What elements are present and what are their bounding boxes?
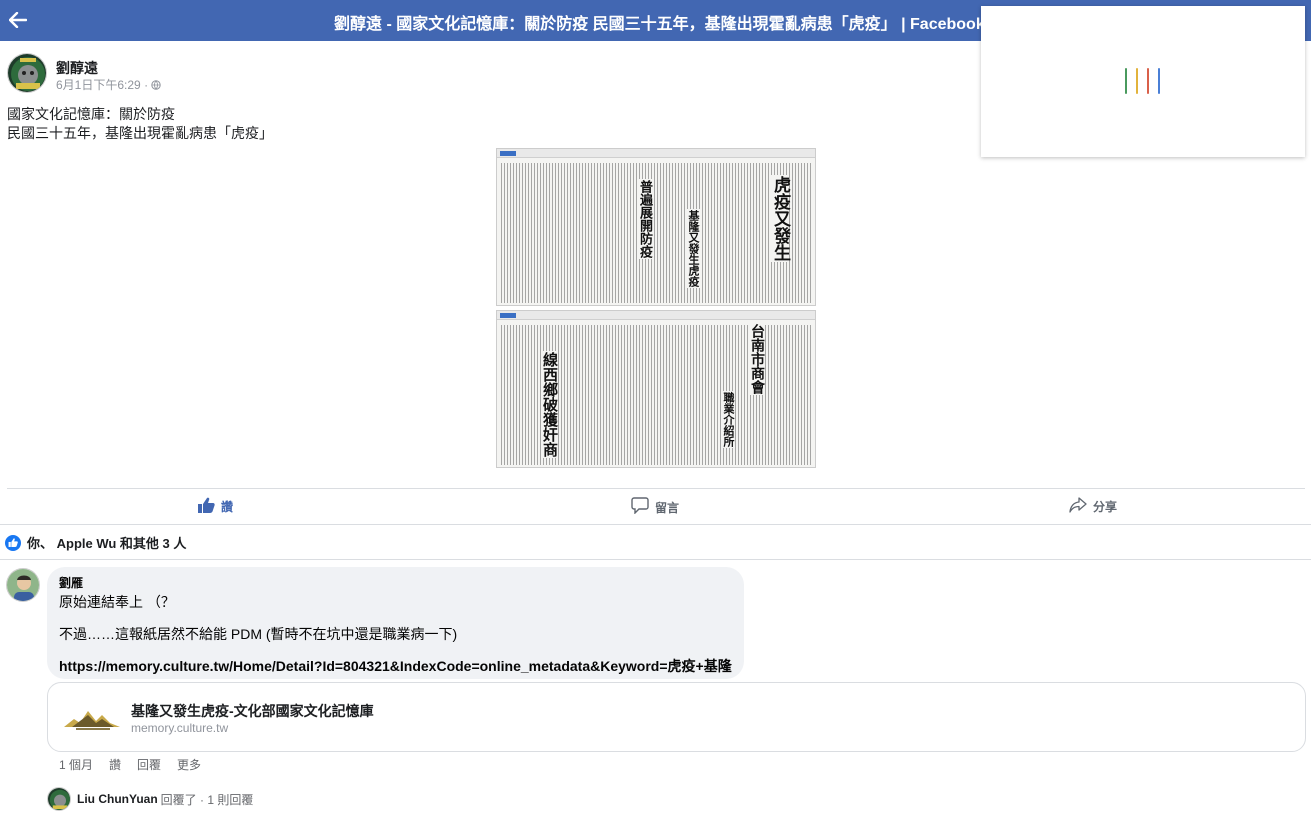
divider [0, 559, 1311, 560]
share-label: 分享 [1093, 500, 1118, 514]
post-action-bar: 讚 留言 分享 [7, 489, 1305, 524]
reply-avatar [47, 787, 71, 811]
post-text-line: 民國三十五年，基隆出現霍亂病患「虎疫」 [7, 125, 273, 141]
globe-icon [151, 80, 162, 90]
culture-memory-logo [62, 697, 122, 737]
newspaper-subheadline: 台南市商會 [749, 323, 765, 395]
comment-actions: 1 個月 讚 回覆 更多 [59, 756, 201, 773]
reply-count-text[interactable]: 回覆了 · 1 則回覆 [161, 791, 254, 808]
loading-bar [1158, 68, 1160, 94]
newspaper-subheadline: 普遍展開防疫 [637, 179, 652, 259]
comment-button[interactable]: 留言 [631, 497, 679, 517]
link-preview-card[interactable]: 基隆又發生虎疫-文化部國家文化記憶庫 memory.culture.tw [47, 682, 1306, 752]
comment-time[interactable]: 1 個月 [59, 756, 93, 773]
loading-bar [1125, 68, 1127, 94]
thumbs-up-icon [197, 497, 215, 516]
share-button[interactable]: 分享 [1069, 497, 1117, 516]
post-timestamp[interactable]: 6月1日下午6:29 [56, 78, 141, 92]
comment-text: 原始連結奉上 （？ [59, 594, 175, 610]
comment-icon [631, 497, 649, 517]
post-author[interactable]: 劉醇遠 [56, 58, 98, 78]
commenter-avatar[interactable] [6, 568, 40, 602]
comment-more-link[interactable]: 更多 [177, 756, 201, 773]
window-title: 劉醇遠 - 國家文化記憶庫：關於防疫 民國三十五年，基隆出現霍亂病患「虎疫」 |… [334, 16, 985, 33]
like-badge-icon [5, 534, 21, 551]
share-icon [1069, 497, 1087, 516]
post-image[interactable]: 線西鄉破獲奸商 台南市商會 職業介紹所 [496, 310, 816, 468]
comment-link[interactable]: https://memory.culture.tw/Home/Detail?Id… [59, 656, 732, 676]
newspaper-headline: 線西鄉破獲奸商 [541, 351, 559, 458]
back-arrow-icon[interactable] [6, 6, 30, 34]
divider [0, 524, 1311, 525]
meta-separator: · [144, 78, 149, 92]
like-label: 讚 [221, 500, 234, 514]
image-toolbar [497, 311, 815, 320]
loading-spinner-icon [1125, 68, 1165, 96]
loading-bar [1147, 68, 1149, 94]
likes-summary-text: 你、 Apple Wu 和其他 3 人 [27, 536, 187, 551]
post-text-line: 國家文化記憶庫：關於防疫 [7, 106, 175, 122]
link-preview-domain: memory.culture.tw [131, 721, 229, 735]
newspaper-subheadline: 職業介紹所 [722, 391, 735, 448]
comment-text: 不過……這報紙居然不給能 PDM (暫時不在坑中還是職業病一下) [59, 626, 458, 642]
post-meta: 6月1日下午6:29 · [56, 76, 162, 93]
newspaper-subheadline: 基隆又發生虎疫 [687, 209, 700, 288]
post-image[interactable]: 虎疫又發生 基隆又發生虎疫 普遍展開防疫 [496, 148, 816, 306]
comment-bubble: 劉雁 原始連結奉上 （？ 不過……這報紙居然不給能 PDM (暫時不在坑中還是職… [47, 567, 744, 679]
newspaper-text-columns [501, 163, 811, 303]
reply-author[interactable]: Liu ChunYuan [77, 792, 158, 806]
image-toolbar [497, 149, 815, 158]
avatar[interactable] [7, 53, 47, 93]
reply-summary[interactable]: Liu ChunYuan 回覆了 · 1 則回覆 [47, 787, 253, 811]
likes-summary[interactable]: 你、 Apple Wu 和其他 3 人 [5, 533, 186, 552]
like-button[interactable]: 讚 [197, 497, 233, 516]
comment-reply-link[interactable]: 回覆 [137, 756, 161, 773]
comment-like-link[interactable]: 讚 [109, 756, 121, 773]
comment-author[interactable]: 劉雁 [59, 574, 83, 591]
loading-bar [1136, 68, 1138, 94]
comment-label: 留言 [655, 500, 680, 515]
link-preview-title[interactable]: 基隆又發生虎疫-文化部國家文化記憶庫 [131, 701, 374, 721]
post-text: 國家文化記憶庫：關於防疫 民國三十五年，基隆出現霍亂病患「虎疫」 [7, 105, 273, 143]
newspaper-headline: 虎疫又發生 [770, 175, 790, 262]
loading-popup [981, 6, 1305, 157]
